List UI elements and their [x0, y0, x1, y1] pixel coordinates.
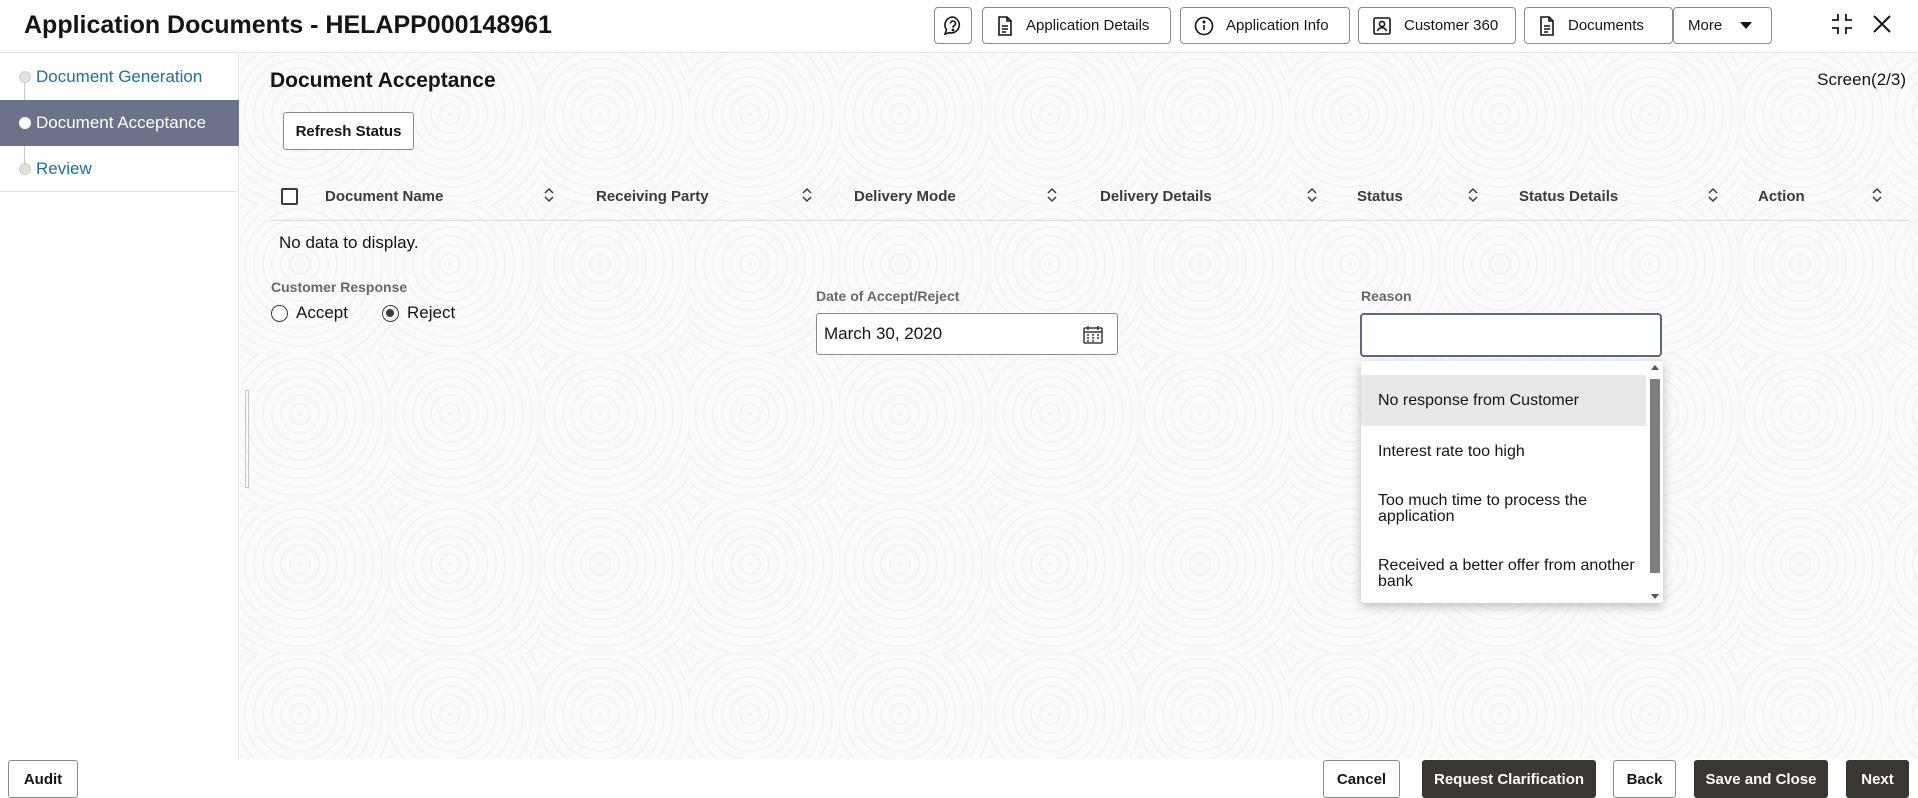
column-header-status[interactable]: Status	[1357, 171, 1403, 221]
sort-icon[interactable]	[1047, 187, 1057, 203]
minimize-window-icon[interactable]	[1830, 12, 1854, 36]
column-header-delivery-details[interactable]: Delivery Details	[1100, 171, 1212, 221]
customer-card-icon	[1373, 16, 1391, 35]
application-info-label: Application Info	[1226, 17, 1329, 34]
application-info-button[interactable]: Application Info	[1180, 7, 1350, 44]
sidebar-item-label: Review	[36, 159, 92, 178]
radio-checked-icon	[382, 304, 399, 322]
select-all-checkbox[interactable]	[281, 188, 298, 205]
application-details-button[interactable]: Application Details	[982, 7, 1171, 44]
documents-button[interactable]: Documents	[1524, 7, 1673, 44]
reject-radio[interactable]: Reject	[382, 303, 455, 323]
cancel-button[interactable]: Cancel	[1323, 760, 1400, 798]
reason-option[interactable]: Too much time to process the application	[1361, 476, 1646, 544]
reason-option[interactable]: Interest rate too high	[1361, 426, 1646, 476]
help-button[interactable]	[934, 7, 972, 44]
documents-table-header: Document Name Receiving Party Delivery M…	[270, 171, 1910, 221]
reason-dropdown-list: No response from Customer Interest rate …	[1361, 361, 1663, 603]
page-title: Application Documents - HELAPP000148961	[24, 11, 552, 39]
document-icon	[998, 15, 1012, 36]
sidebar: Document Generation Document Acceptance …	[0, 54, 239, 759]
back-button[interactable]: Back	[1613, 760, 1676, 798]
sort-icon[interactable]	[1708, 187, 1718, 203]
accept-radio-label: Accept	[296, 303, 348, 322]
footer-bar: Audit Cancel Request Clarification Back …	[0, 759, 1918, 798]
help-chat-icon	[943, 15, 961, 35]
app-header: Application Documents - HELAPP000148961 …	[0, 0, 1918, 53]
sidebar-item-review[interactable]: Review	[0, 146, 239, 192]
sidebar-item-document-generation[interactable]: Document Generation	[0, 54, 239, 100]
panel-resize-handle[interactable]	[245, 390, 249, 488]
more-label: More	[1688, 17, 1723, 34]
chevron-down-icon	[1740, 21, 1753, 29]
reason-label: Reason	[1361, 288, 1412, 304]
main-content: Document Acceptance Screen(2/3) Refresh …	[240, 54, 1918, 759]
sidebar-item-label: Document Acceptance	[36, 113, 207, 132]
scroll-thumb[interactable]	[1650, 379, 1660, 573]
column-header-receiving-party[interactable]: Receiving Party	[596, 171, 709, 221]
sort-icon[interactable]	[1468, 187, 1478, 203]
request-clarification-button[interactable]: Request Clarification	[1422, 760, 1596, 798]
reason-option[interactable]: No response from Customer	[1361, 375, 1646, 426]
next-button[interactable]: Next	[1846, 760, 1909, 798]
column-header-status-details[interactable]: Status Details	[1519, 171, 1618, 221]
reason-option[interactable]: Received a better offer from another ban…	[1361, 544, 1646, 603]
more-button[interactable]: More	[1673, 7, 1772, 44]
section-title: Document Acceptance	[270, 69, 496, 92]
sidebar-divider	[0, 191, 239, 192]
step-dot-icon	[19, 71, 31, 83]
sidebar-item-label: Document Generation	[36, 67, 203, 86]
reason-input[interactable]	[1360, 313, 1662, 357]
column-header-document-name[interactable]: Document Name	[325, 171, 443, 221]
screen-counter: Screen(2/3)	[1817, 70, 1906, 89]
customer-360-label: Customer 360	[1404, 17, 1499, 34]
document-icon	[1540, 15, 1554, 36]
sort-icon[interactable]	[1872, 187, 1882, 203]
sort-icon[interactable]	[802, 187, 812, 203]
column-header-delivery-mode[interactable]: Delivery Mode	[854, 171, 956, 221]
step-dot-icon	[19, 163, 31, 175]
step-dot-icon	[19, 117, 31, 129]
column-header-action[interactable]: Action	[1758, 171, 1805, 221]
accept-radio[interactable]: Accept	[271, 303, 348, 323]
audit-button[interactable]: Audit	[8, 760, 78, 798]
scroll-down-arrow-icon[interactable]	[1651, 594, 1659, 599]
empty-table-message: No data to display.	[279, 233, 419, 252]
sort-icon[interactable]	[1307, 187, 1317, 203]
info-icon	[1194, 16, 1214, 35]
date-label: Date of Accept/Reject	[816, 288, 960, 304]
calendar-icon[interactable]	[1083, 325, 1103, 344]
customer-360-button[interactable]: Customer 360	[1358, 7, 1516, 44]
sidebar-item-document-acceptance[interactable]: Document Acceptance	[0, 100, 239, 146]
scroll-up-arrow-icon[interactable]	[1651, 365, 1659, 370]
radio-unchecked-icon	[271, 304, 288, 322]
documents-label: Documents	[1568, 17, 1644, 34]
save-and-close-button[interactable]: Save and Close	[1694, 760, 1828, 798]
refresh-status-button[interactable]: Refresh Status	[283, 112, 414, 150]
close-icon[interactable]	[1870, 12, 1894, 36]
application-details-label: Application Details	[1026, 17, 1150, 34]
customer-response-label: Customer Response	[271, 279, 408, 295]
dropdown-scrollbar[interactable]	[1648, 361, 1663, 603]
date-of-accept-reject-field[interactable]: March 30, 2020	[816, 313, 1118, 355]
sort-icon[interactable]	[544, 187, 554, 203]
reject-radio-label: Reject	[407, 303, 456, 322]
date-value: March 30, 2020	[824, 324, 943, 343]
